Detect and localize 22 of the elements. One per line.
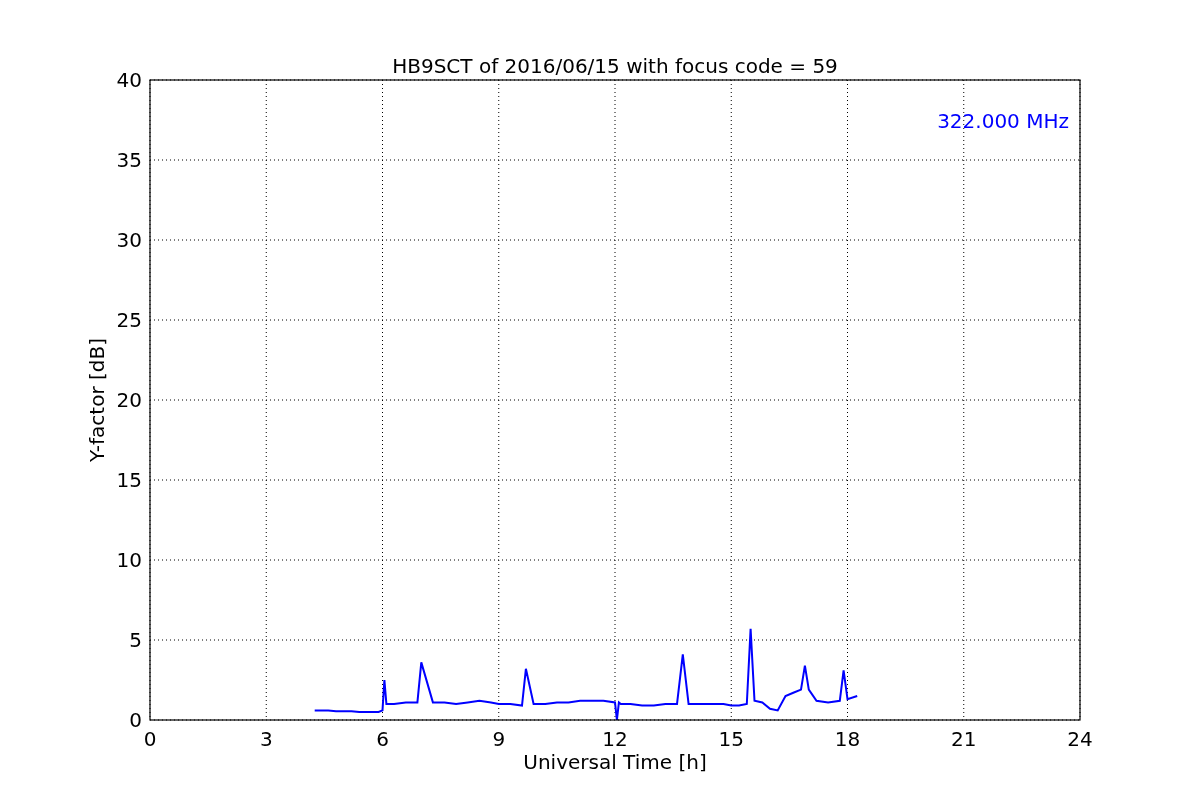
x-tick-label: 9 bbox=[492, 727, 506, 751]
x-tick-label: 21 bbox=[951, 727, 977, 751]
y-tick-label: 30 bbox=[116, 228, 142, 252]
y-tick-label: 40 bbox=[116, 68, 142, 92]
y-axis-label: Y-factor [dB] bbox=[85, 338, 109, 462]
chart-title: HB9SCT of 2016/06/15 with focus code = 59 bbox=[392, 54, 838, 78]
x-axis-label: Universal Time [h] bbox=[523, 750, 707, 774]
y-tick-label: 25 bbox=[116, 308, 142, 332]
x-tick-label: 24 bbox=[1067, 727, 1093, 751]
x-tick-label: 6 bbox=[376, 727, 389, 751]
x-tick-label: 18 bbox=[834, 727, 861, 751]
y-tick-label: 35 bbox=[116, 148, 142, 172]
y-tick-label: 20 bbox=[116, 388, 142, 412]
y-tick-label: 0 bbox=[129, 708, 142, 732]
x-tick-label: 15 bbox=[718, 727, 744, 751]
frequency-label: 322.000 MHz bbox=[937, 109, 1069, 133]
x-tick-label: 3 bbox=[259, 727, 273, 751]
y-tick-label: 15 bbox=[116, 468, 142, 492]
x-tick-label: 12 bbox=[602, 727, 628, 751]
y-tick-label: 5 bbox=[129, 628, 142, 652]
y-tick-label: 10 bbox=[116, 548, 142, 572]
x-tick-label: 0 bbox=[143, 727, 157, 751]
